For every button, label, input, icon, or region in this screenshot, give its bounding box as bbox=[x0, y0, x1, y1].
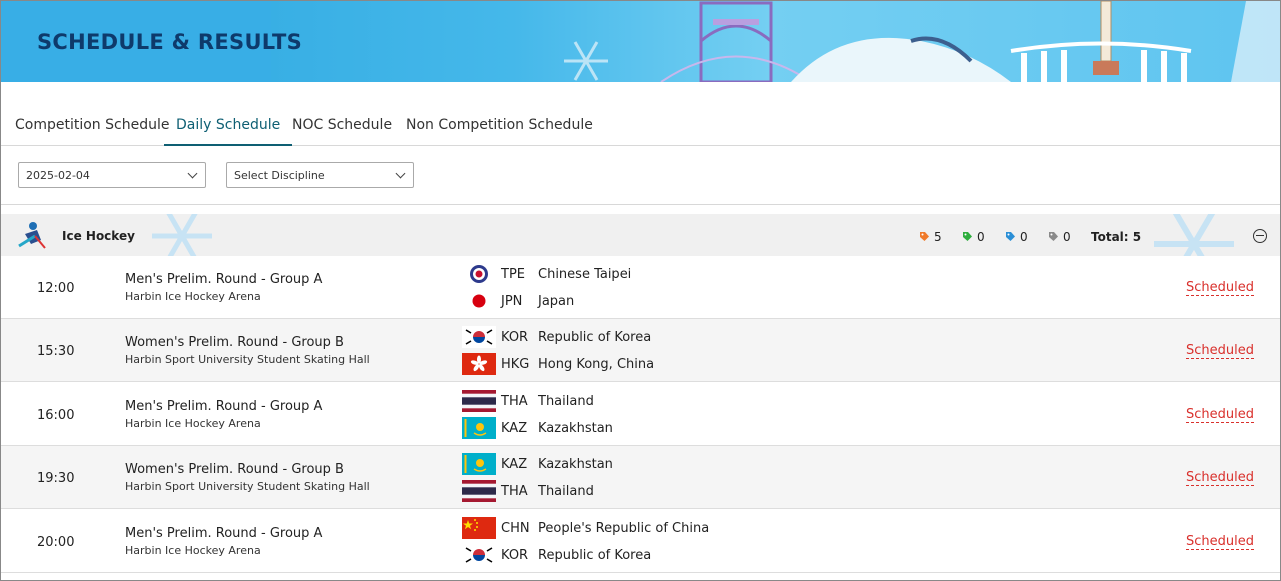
team-name: Republic of Korea bbox=[538, 330, 652, 345]
event-name: Men's Prelim. Round - Group A bbox=[125, 272, 323, 287]
tha-flag-icon bbox=[462, 480, 496, 502]
tab-non-competition-schedule[interactable]: Non Competition Schedule bbox=[406, 117, 593, 146]
tag-icon bbox=[920, 232, 929, 241]
tag-icon bbox=[1006, 232, 1015, 241]
status-link[interactable]: Scheduled bbox=[1186, 407, 1254, 423]
count-grey: 0 bbox=[1063, 230, 1071, 244]
match-time: 16:00 bbox=[37, 408, 75, 423]
team-code: CHN bbox=[501, 521, 530, 536]
page-banner: SCHEDULE & RESULTS bbox=[1, 1, 1280, 82]
team-name: Japan bbox=[538, 294, 575, 309]
team-code: HKG bbox=[501, 357, 530, 372]
team-code: KAZ bbox=[501, 421, 528, 436]
team-name: Thailand bbox=[538, 394, 594, 409]
harbin-landmarks-illustration bbox=[564, 1, 1280, 82]
count-green: 0 bbox=[977, 230, 985, 244]
event-name: Men's Prelim. Round - Group A bbox=[125, 399, 323, 414]
status-link[interactable]: Scheduled bbox=[1186, 280, 1254, 296]
team-name: Chinese Taipei bbox=[538, 267, 632, 282]
tab-daily-schedule[interactable]: Daily Schedule bbox=[164, 117, 293, 146]
match-row[interactable]: 19:30 Women's Prelim. Round - Group B Ha… bbox=[1, 446, 1280, 509]
match-time: 12:00 bbox=[37, 281, 75, 296]
match-row[interactable]: 15:30 Women's Prelim. Round - Group B Ha… bbox=[1, 319, 1280, 382]
match-row[interactable]: 12:00 Men's Prelim. Round - Group A Harb… bbox=[1, 256, 1280, 319]
venue-name: Harbin Ice Hockey Arena bbox=[125, 417, 261, 430]
team-name: Kazakhstan bbox=[538, 421, 613, 436]
kor-flag-icon bbox=[462, 544, 496, 566]
jpn-flag-icon bbox=[462, 290, 496, 312]
event-name: Women's Prelim. Round - Group B bbox=[125, 335, 344, 350]
match-row[interactable]: 20:00 Men's Prelim. Round - Group A Harb… bbox=[1, 510, 1280, 573]
event-name: Women's Prelim. Round - Group B bbox=[125, 462, 344, 477]
count-scheduled: 5 bbox=[934, 230, 942, 244]
kaz-flag-icon bbox=[462, 417, 496, 439]
match-time: 20:00 bbox=[37, 535, 75, 550]
tab-noc-schedule[interactable]: NOC Schedule bbox=[292, 117, 392, 146]
discipline-select[interactable]: Select Discipline bbox=[226, 162, 414, 188]
page-title: SCHEDULE & RESULTS bbox=[37, 30, 303, 54]
team-code: KOR bbox=[501, 548, 529, 563]
team-name: Thailand bbox=[538, 484, 594, 499]
ice-hockey-pictogram-icon bbox=[18, 222, 46, 249]
discipline-name: Ice Hockey bbox=[62, 229, 135, 243]
collapse-minus-icon[interactable] bbox=[1253, 229, 1267, 243]
team-name: Kazakhstan bbox=[538, 457, 613, 472]
venue-name: Harbin Sport University Student Skating … bbox=[125, 480, 370, 493]
team-code: KOR bbox=[501, 330, 529, 345]
team-name: People's Republic of China bbox=[538, 521, 710, 536]
match-time: 19:30 bbox=[37, 471, 75, 486]
tag-icon bbox=[963, 232, 972, 241]
status-link[interactable]: Scheduled bbox=[1186, 343, 1254, 359]
tag-icon bbox=[1049, 232, 1058, 241]
event-name: Men's Prelim. Round - Group A bbox=[125, 526, 323, 541]
chevron-down-icon bbox=[187, 168, 198, 179]
status-link[interactable]: Scheduled bbox=[1186, 534, 1254, 550]
hkg-flag-icon bbox=[462, 353, 496, 375]
date-select[interactable]: 2025-02-04 bbox=[18, 162, 206, 188]
count-blue: 0 bbox=[1020, 230, 1028, 244]
tpe-flag-icon bbox=[462, 263, 496, 285]
match-row[interactable]: 16:00 Men's Prelim. Round - Group A Harb… bbox=[1, 383, 1280, 446]
match-time: 15:30 bbox=[37, 344, 75, 359]
venue-name: Harbin Ice Hockey Arena bbox=[125, 290, 261, 303]
page: SCHEDULE & RESULTS Competition Schedule … bbox=[0, 0, 1281, 581]
date-select-value: 2025-02-04 bbox=[26, 169, 90, 182]
team-code: THA bbox=[501, 394, 528, 409]
team-code: THA bbox=[501, 484, 528, 499]
venue-name: Harbin Sport University Student Skating … bbox=[125, 353, 370, 366]
tab-competition-schedule[interactable]: Competition Schedule bbox=[15, 117, 169, 146]
team-code: TPE bbox=[501, 267, 525, 282]
discipline-header[interactable]: Ice Hockey 5 0 0 0 Total: 5 bbox=[1, 214, 1280, 256]
team-name: Hong Kong, China bbox=[538, 357, 655, 372]
snowflake-decoration-icon bbox=[152, 214, 212, 256]
filter-divider bbox=[1, 204, 1280, 205]
total-count: Total: 5 bbox=[1091, 230, 1142, 244]
tha-flag-icon bbox=[462, 390, 496, 412]
chn-flag-icon bbox=[462, 517, 496, 539]
kaz-flag-icon bbox=[462, 453, 496, 475]
discipline-select-value: Select Discipline bbox=[234, 169, 325, 182]
status-link[interactable]: Scheduled bbox=[1186, 470, 1254, 486]
snowflake-decoration-icon bbox=[1154, 214, 1234, 256]
team-code: JPN bbox=[501, 294, 523, 309]
schedule-tabs: Competition Schedule Daily Schedule NOC … bbox=[1, 109, 1280, 146]
chevron-down-icon bbox=[395, 168, 406, 179]
team-name: Republic of Korea bbox=[538, 548, 652, 563]
kor-flag-icon bbox=[462, 326, 496, 348]
team-code: KAZ bbox=[501, 457, 528, 472]
venue-name: Harbin Ice Hockey Arena bbox=[125, 544, 261, 557]
